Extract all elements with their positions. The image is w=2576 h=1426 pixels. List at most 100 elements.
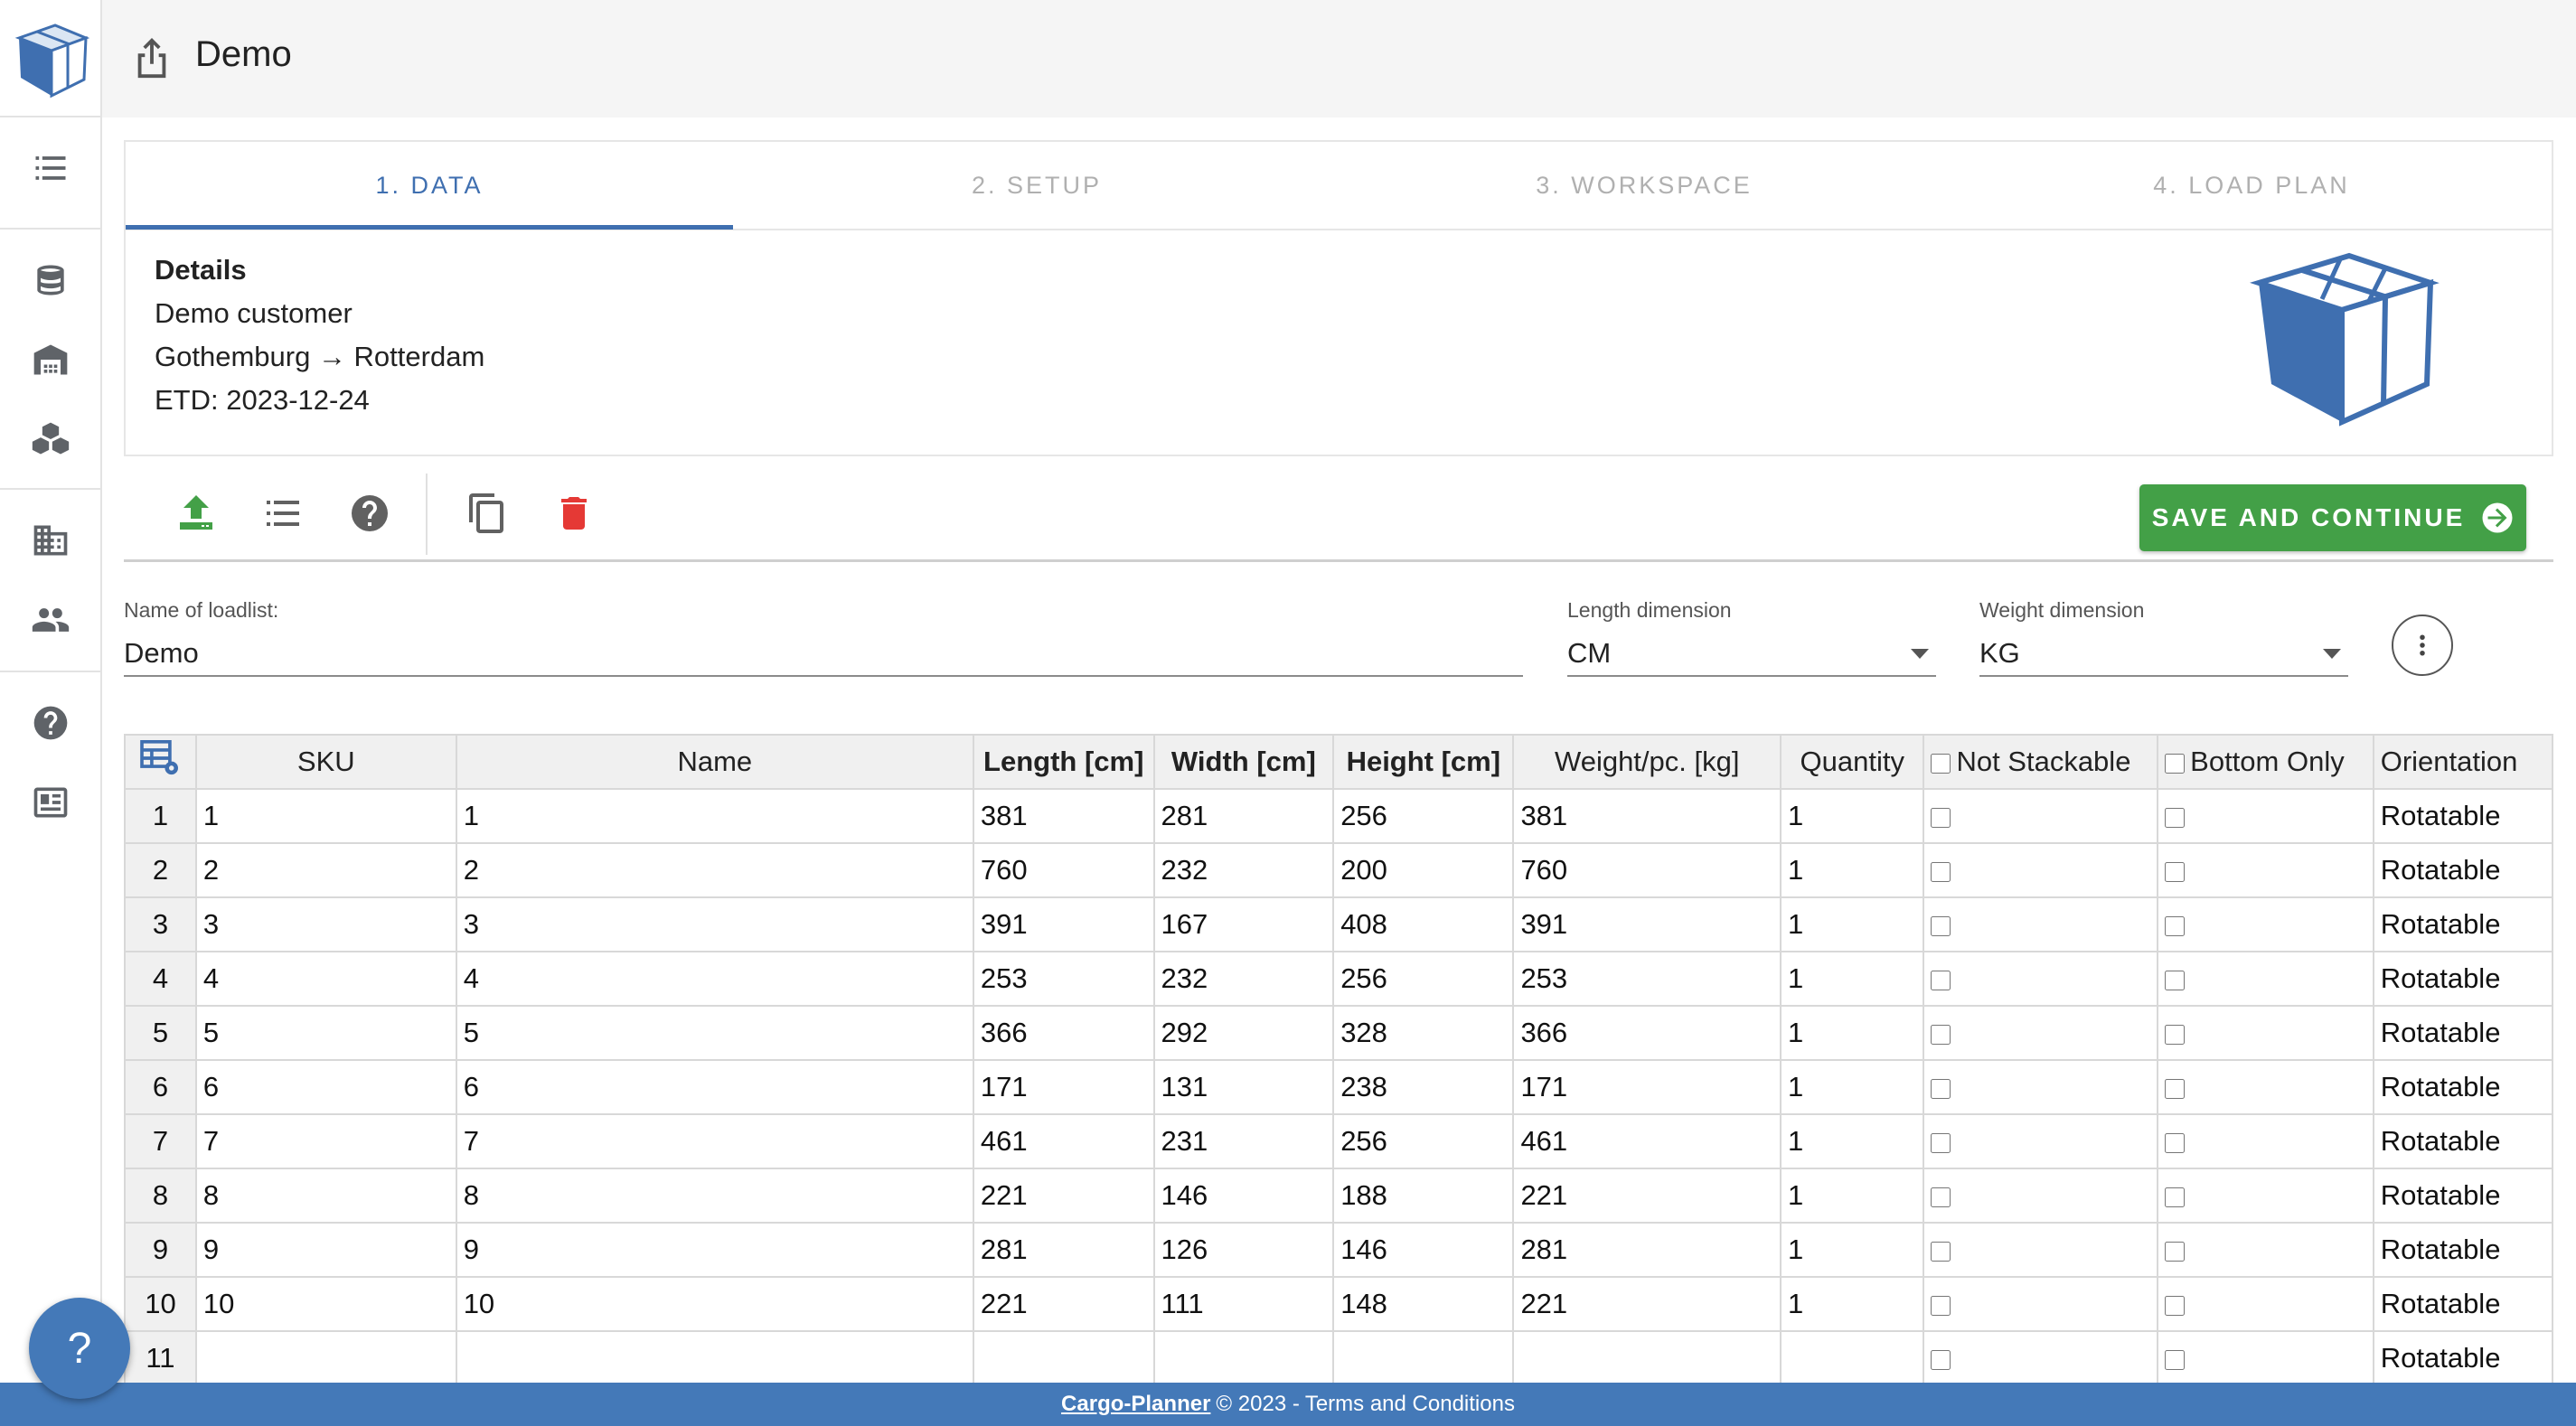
not-stackable-all-checkbox[interactable] [1931,753,1951,774]
column-header[interactable]: Quantity [1780,734,1925,790]
orientation-cell[interactable]: Rotatable [2372,896,2553,952]
quantity-cell[interactable]: 1 [1780,1168,1925,1224]
orientation-cell[interactable]: Rotatable [2372,1168,2553,1224]
column-header[interactable]: Name [455,734,974,790]
width-cell[interactable]: 232 [1152,842,1335,898]
app-logo-icon[interactable] [12,18,89,99]
help-icon[interactable] [344,488,395,539]
weight-cell[interactable]: 391 [1512,896,1782,952]
column-header[interactable]: Height [cm] [1332,734,1515,790]
width-cell[interactable]: 131 [1152,1059,1335,1115]
width-cell[interactable]: 111 [1152,1276,1335,1332]
length-cell[interactable]: 221 [972,1168,1155,1224]
width-cell[interactable]: 167 [1152,896,1335,952]
sku-cell[interactable]: 6 [194,1059,457,1115]
not-stackable-checkbox[interactable] [1931,1187,1951,1207]
tab-setup[interactable]: 2. SETUP [733,142,1340,229]
orientation-cell[interactable]: Rotatable [2372,1059,2553,1115]
orientation-cell[interactable]: Rotatable [2372,788,2553,844]
sku-cell[interactable]: 9 [194,1222,457,1278]
not-stackable-checkbox[interactable] [1931,1078,1951,1099]
quantity-cell[interactable]: 1 [1780,1059,1925,1115]
weight-cell[interactable]: 461 [1512,1113,1782,1169]
terms-link[interactable]: Terms and Conditions [1305,1392,1515,1417]
name-cell[interactable]: 3 [455,896,974,952]
sku-cell[interactable]: 10 [194,1276,457,1332]
length-dimension-select[interactable]: CM [1567,632,1936,677]
loadlist-name-input[interactable] [124,637,1523,670]
column-header[interactable]: Not Stackable [1923,734,2159,790]
bottom-only-checkbox[interactable] [2165,1187,2186,1207]
weight-cell[interactable]: 760 [1512,842,1782,898]
width-cell[interactable] [1152,1330,1335,1383]
quantity-cell[interactable]: 1 [1780,1005,1925,1061]
bottom-only-checkbox[interactable] [2165,1078,2186,1099]
not-stackable-checkbox[interactable] [1931,1349,1951,1370]
quantity-cell[interactable] [1780,1330,1925,1383]
weight-cell[interactable]: 253 [1512,951,1782,1007]
brand-link[interactable]: Cargo-Planner [1061,1392,1210,1417]
name-cell[interactable]: 7 [455,1113,974,1169]
list-icon[interactable] [27,145,74,192]
weight-cell[interactable]: 381 [1512,788,1782,844]
bottom-only-checkbox[interactable] [2165,970,2186,990]
width-cell[interactable]: 281 [1152,788,1335,844]
length-cell[interactable]: 381 [972,788,1155,844]
orientation-cell[interactable]: Rotatable [2372,1222,2553,1278]
width-cell[interactable]: 146 [1152,1168,1335,1224]
name-cell[interactable]: 1 [455,788,974,844]
name-cell[interactable]: 4 [455,951,974,1007]
row-number[interactable]: 8 [124,1168,197,1224]
quantity-cell[interactable]: 1 [1780,842,1925,898]
sku-cell[interactable]: 7 [194,1113,457,1169]
sku-cell[interactable]: 3 [194,896,457,952]
orientation-cell[interactable]: Rotatable [2372,1330,2553,1383]
row-number[interactable]: 5 [124,1005,197,1061]
height-cell[interactable]: 146 [1332,1222,1515,1278]
building-icon[interactable] [27,517,74,564]
warehouse-icon[interactable] [27,336,74,383]
sku-cell[interactable]: 2 [194,842,457,898]
sku-cell[interactable]: 4 [194,951,457,1007]
name-cell[interactable]: 5 [455,1005,974,1061]
weight-cell[interactable]: 171 [1512,1059,1782,1115]
help-fab-button[interactable]: ? [29,1298,130,1399]
row-number[interactable]: 4 [124,951,197,1007]
delete-icon[interactable] [549,488,599,539]
save-and-continue-button[interactable]: SAVE AND CONTINUE [2139,484,2526,551]
column-header[interactable]: Weight/pc. [kg] [1512,734,1782,790]
weight-cell[interactable]: 221 [1512,1168,1782,1224]
upload-icon[interactable] [171,488,221,539]
row-number[interactable]: 9 [124,1222,197,1278]
width-cell[interactable]: 231 [1152,1113,1335,1169]
height-cell[interactable]: 238 [1332,1059,1515,1115]
bottom-only-checkbox[interactable] [2165,1024,2186,1045]
not-stackable-checkbox[interactable] [1931,970,1951,990]
boxes-icon[interactable] [27,416,74,463]
length-cell[interactable]: 760 [972,842,1155,898]
height-cell[interactable]: 148 [1332,1276,1515,1332]
weight-cell[interactable]: 281 [1512,1222,1782,1278]
length-cell[interactable]: 461 [972,1113,1155,1169]
database-icon[interactable] [27,257,74,304]
name-cell[interactable]: 6 [455,1059,974,1115]
length-cell[interactable]: 281 [972,1222,1155,1278]
bottom-only-checkbox[interactable] [2165,915,2186,936]
sku-cell[interactable]: 1 [194,788,457,844]
not-stackable-checkbox[interactable] [1931,1295,1951,1316]
height-cell[interactable]: 328 [1332,1005,1515,1061]
height-cell[interactable]: 256 [1332,951,1515,1007]
row-number[interactable]: 2 [124,842,197,898]
row-number[interactable]: 10 [124,1276,197,1332]
more-options-button[interactable] [2392,614,2453,676]
orientation-cell[interactable]: Rotatable [2372,951,2553,1007]
bottom-only-checkbox[interactable] [2165,1241,2186,1262]
quantity-cell[interactable]: 1 [1780,896,1925,952]
weight-cell[interactable] [1512,1330,1782,1383]
tab-data[interactable]: 1. DATA [126,142,733,229]
column-header[interactable]: Width [cm] [1152,734,1335,790]
not-stackable-checkbox[interactable] [1931,807,1951,828]
height-cell[interactable]: 188 [1332,1168,1515,1224]
length-cell[interactable]: 391 [972,896,1155,952]
copy-icon[interactable] [462,488,512,539]
